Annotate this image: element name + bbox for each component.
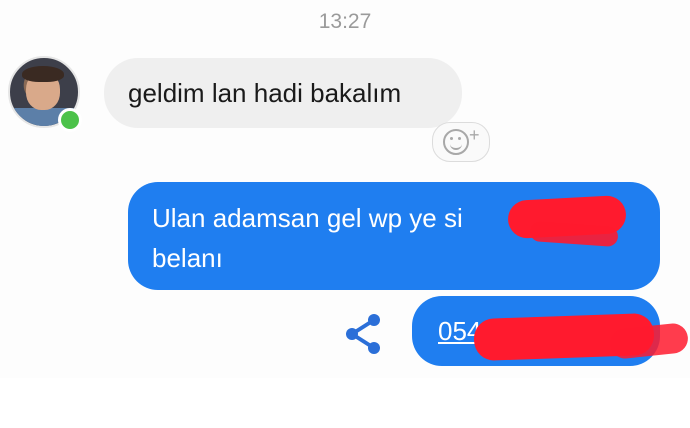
reaction-plus-label: + (469, 125, 480, 145)
message-timestamp: 13:27 (318, 10, 372, 33)
outgoing-message-line2: belanı (152, 243, 223, 273)
incoming-message-bubble[interactable]: geldim lan hadi bakalım (104, 58, 462, 128)
add-reaction-button[interactable]: + (432, 122, 490, 162)
incoming-message-text: geldim lan hadi bakalım (128, 78, 402, 108)
online-status-icon (58, 108, 82, 132)
add-reaction-icon (443, 129, 469, 155)
avatar-hair (22, 66, 64, 82)
conversation-view: 13:27 geldim lan hadi bakalım + Ulan ada… (0, 0, 690, 378)
share-icon[interactable] (344, 312, 384, 356)
